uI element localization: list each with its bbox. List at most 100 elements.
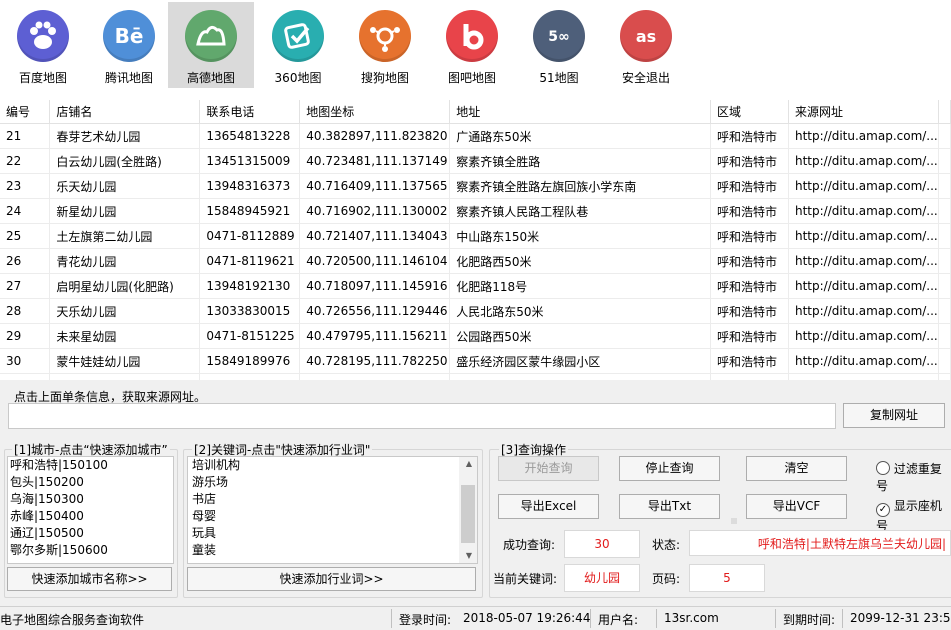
column-header[interactable]: 店铺名 [49,100,201,124]
table-cell: 察素齐镇全胜路左旗回族小学东南 [449,173,712,199]
keyword-list-item[interactable]: 童装 [190,542,477,559]
table-cell: 30 [0,348,51,374]
baidu-map-label: 百度地图 [18,71,67,85]
baidu-map-button[interactable]: 百度地图 [0,2,86,88]
table-row[interactable]: 25 土左旗第二幼儿园 0471-8112889 40.721407,111.1340… [0,223,951,249]
table-cell: http://ditu.amap.com/... [788,273,939,299]
table-cell: 13033830015 [199,298,301,324]
letter-b-icon [446,10,498,62]
table-row-partial [0,373,951,380]
table-cell: http://ditu.amap.com/... [788,323,939,349]
table-row[interactable]: 30 蒙牛娃娃幼儿园 15849189976 40.728195,111.782250… [0,348,951,374]
checked-radio-icon[interactable]: ✓ [876,503,890,517]
table-cell: 呼和浩特市 [710,148,789,174]
source-url-field[interactable] [8,403,836,429]
table-row[interactable]: 28 天乐幼儿园 13033830015 40.726556,111.129446 人民… [0,298,951,324]
keyword-list-item[interactable]: 培训机构 [190,457,477,474]
table-row[interactable]: 23 乐天幼儿园 13948316373 40.716409,111.137565 察素… [0,173,951,199]
table-cell: 40.721407,111.134043 [299,223,451,249]
map360-button[interactable]: 360地图 [255,2,341,88]
city-list-item[interactable]: 通辽|150500 [8,525,173,542]
scroll-down-arrow[interactable]: ▼ [459,549,477,563]
table-cell: 23 [0,173,51,199]
radio-icon[interactable] [876,461,890,475]
keyword-list-item[interactable]: 玩具 [190,525,477,542]
keyword-scrollbar[interactable]: ▲ ▼ [459,457,477,563]
table-cell: 人民北路东50米 [449,298,712,324]
table-cell: 乐天幼儿园 [49,173,201,199]
keyword-list-item[interactable]: 书店 [190,491,477,508]
share-nodes-icon [359,10,411,62]
column-header[interactable]: 地图坐标 [299,100,451,124]
keyword-list-item[interactable]: 母婴 [190,508,477,525]
stop-query-button[interactable]: 停止查询 [619,456,720,481]
lastfm-icon: as [620,10,672,62]
sogou-map-button[interactable]: 搜狗地图 [342,2,428,88]
city-list-item[interactable]: 包头|150200 [8,474,173,491]
city-list-item[interactable]: 乌海|150300 [8,491,173,508]
table-cell: 40.716409,111.137565 [299,173,451,199]
amap-label: 高德地图 [186,71,235,85]
tuba-map-button[interactable]: 图吧地图 [429,2,515,88]
table-row[interactable]: 21 春芽艺术幼儿园 13654813228 40.382897,111.823820… [0,123,951,149]
export-excel-button[interactable]: 导出Excel [498,494,599,519]
table-cell: 40.382897,111.823820 [299,123,451,149]
table-cell [49,373,201,380]
city-list-item[interactable]: 呼和浩特|150100 [8,457,173,474]
scroll-up-arrow[interactable]: ▲ [459,457,477,471]
exit-button[interactable]: as 安全退出 [603,2,689,88]
clear-button[interactable]: 清空 [746,456,847,481]
tencent-map-label: 腾讯地图 [104,71,153,85]
table-cell-filler [938,248,951,274]
add-city-button[interactable]: 快速添加城市名称>> [7,567,172,591]
status-separator [391,609,392,628]
table-row[interactable]: 22 白云幼儿园(全胜路) 13451315009 40.723481,111.137… [0,148,951,174]
table-cell: 13948316373 [199,173,301,199]
city-list[interactable]: 呼和浩特|150100 包头|150200 乌海|150300 赤峰|150400 通辽… [7,456,174,564]
500px-icon: 5∞ [533,10,585,62]
table-cell: 40.718097,111.145916 [299,273,451,299]
results-table[interactable]: 编号 店铺名 联系电话 地图坐标 地址 区域 来源网址 21 春芽艺术幼儿园 136… [0,100,951,380]
table-cell: http://ditu.amap.com/... [788,173,939,199]
svg-text:Bē: Bē [115,24,144,48]
tencent-map-button[interactable]: Bē 腾讯地图 [86,2,172,88]
table-row[interactable]: 29 未来星幼园 0471-8151225 40.479795,111.156211 公… [0,323,951,349]
table-row[interactable]: 24 新星幼儿园 15848945921 40.716902,111.130002 察素… [0,198,951,224]
table-row[interactable]: 27 启明星幼儿园(化肥路) 13948192130 40.718097,111.14… [0,273,951,299]
table-cell [299,373,451,380]
table-cell: 蒙牛娃娃幼儿园 [49,348,201,374]
table-cell [938,373,951,380]
scroll-thumb[interactable] [461,485,475,543]
table-cell-filler [938,348,951,374]
table-cell: 呼和浩特市 [710,198,789,224]
city-list-item[interactable]: 鄂尔多斯|150600 [8,542,173,559]
show-landline-option[interactable]: ✓ 显示座机号 [876,497,951,534]
column-header[interactable]: 联系电话 [199,100,301,124]
table-row[interactable]: 26 青花幼儿园 0471-8119621 40.720500,111.146104 化… [0,248,951,274]
app-name: 电子地图综合服务查询软件 [0,613,145,627]
export-txt-button[interactable]: 导出Txt [619,494,720,519]
table-cell-filler [938,298,951,324]
column-header[interactable]: 来源网址 [788,100,939,124]
table-cell: http://ditu.amap.com/... [788,348,939,374]
copy-url-button[interactable]: 复制网址 [843,403,945,428]
table-cell: 28 [0,298,51,324]
filter-duplicates-option[interactable]: 过滤重复号 [876,460,951,494]
map51-button[interactable]: 5∞ 51地图 [516,2,602,88]
keyword-list-item[interactable]: 游乐场 [190,474,477,491]
column-header[interactable]: 编号 [0,100,51,124]
table-cell: 呼和浩特市 [710,323,789,349]
export-vcf-button[interactable]: 导出VCF [746,494,847,519]
column-header[interactable]: 区域 [710,100,789,124]
table-cell: 天乐幼儿园 [49,298,201,324]
column-header[interactable]: 地址 [449,100,712,124]
start-query-button[interactable]: 开始查询 [498,456,599,481]
amap-button[interactable]: 高德地图 [168,2,254,88]
map360-label: 360地图 [274,71,322,85]
current-keyword-label: 当前关键词: [493,572,558,586]
city-list-item[interactable]: 赤峰|150400 [8,508,173,525]
table-cell: 中山路东150米 [449,223,712,249]
keyword-list[interactable]: 培训机构 游乐场 书店 母婴 玩具 童装 ▲ ▼ [187,456,478,564]
add-keyword-button[interactable]: 快速添加行业词>> [187,567,476,591]
success-count-value: 30 [564,530,640,558]
